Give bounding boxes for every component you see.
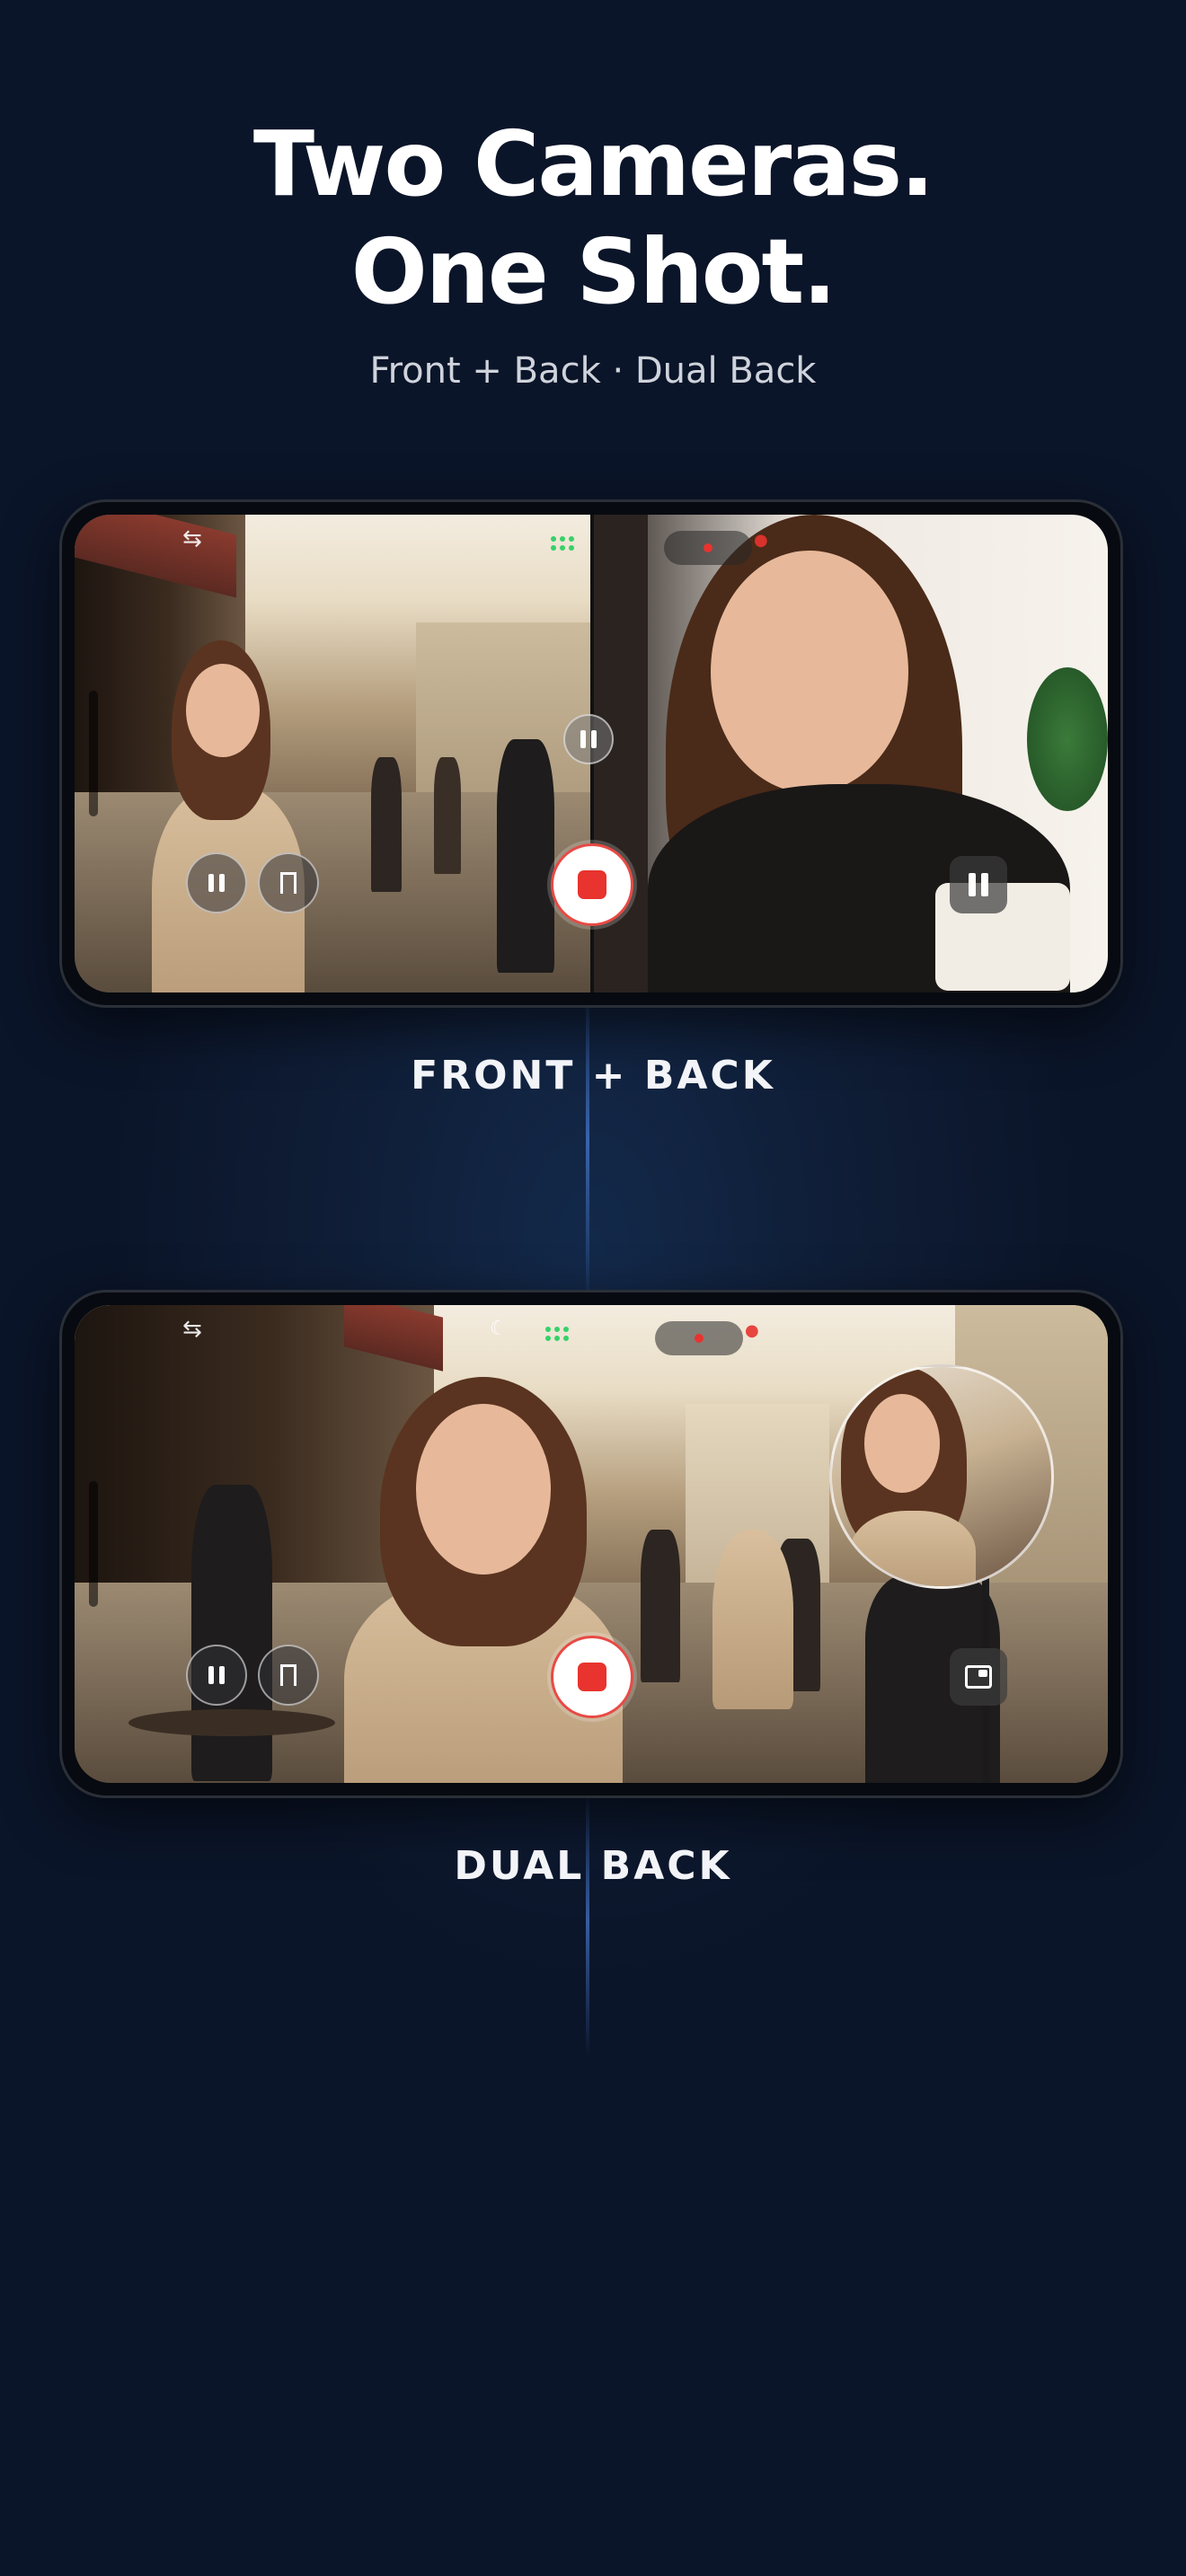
phone-dual-back: ⇆ ☾ ● xyxy=(59,1290,1123,1798)
bookmark-button[interactable] xyxy=(258,1645,319,1706)
record-icon xyxy=(578,870,606,899)
headline-line-1: Two Cameras. xyxy=(252,111,934,216)
pause-icon xyxy=(580,730,597,748)
subtitle: Front + Back · Dual Back xyxy=(369,350,817,392)
mode-caption-front-back: FRONT + BACK xyxy=(411,1053,775,1098)
grid-dots-icon xyxy=(545,1327,569,1341)
mode-caption-dual-back: DUAL BACK xyxy=(454,1843,732,1889)
camera-preview-dual: ⇆ ☾ ● xyxy=(75,1305,1108,1783)
record-icon xyxy=(578,1663,606,1691)
pause-front-button[interactable] xyxy=(950,856,1007,913)
headline-line-2: One Shot. xyxy=(350,219,837,324)
pause-button[interactable] xyxy=(186,852,247,913)
record-button[interactable] xyxy=(551,843,633,926)
lock-icon: ● xyxy=(745,1321,759,1340)
swap-camera-icon[interactable]: ⇆ xyxy=(182,525,202,552)
night-mode-icon[interactable]: ☾ xyxy=(490,1318,508,1340)
glow-line xyxy=(586,1787,589,2057)
pause-small-button[interactable] xyxy=(563,714,614,764)
phone-front-back: ⇆ ● xyxy=(59,499,1123,1008)
side-button xyxy=(89,691,98,816)
bookmark-icon xyxy=(280,1664,296,1686)
swap-camera-icon[interactable]: ⇆ xyxy=(182,1316,202,1343)
pip-toggle-button[interactable] xyxy=(950,1648,1007,1706)
back-camera-view xyxy=(75,515,590,992)
bookmark-button[interactable] xyxy=(258,852,319,913)
grid-dots-icon xyxy=(551,536,574,551)
recording-status-chip xyxy=(664,531,752,565)
recording-status-chip xyxy=(655,1321,743,1355)
pip-camera-view[interactable] xyxy=(829,1364,1054,1589)
camera-preview-split: ⇆ ● xyxy=(75,515,1108,992)
record-button[interactable] xyxy=(551,1636,633,1718)
bookmark-icon xyxy=(280,872,296,894)
pause-button[interactable] xyxy=(186,1645,247,1706)
pause-icon xyxy=(208,874,225,892)
pause-icon xyxy=(208,1666,225,1684)
side-button xyxy=(89,1481,98,1607)
pause-icon xyxy=(969,873,988,896)
lock-icon: ● xyxy=(754,531,768,550)
front-camera-view xyxy=(594,515,1108,992)
glow-line xyxy=(586,970,589,1311)
pip-toggle-icon xyxy=(965,1665,992,1689)
